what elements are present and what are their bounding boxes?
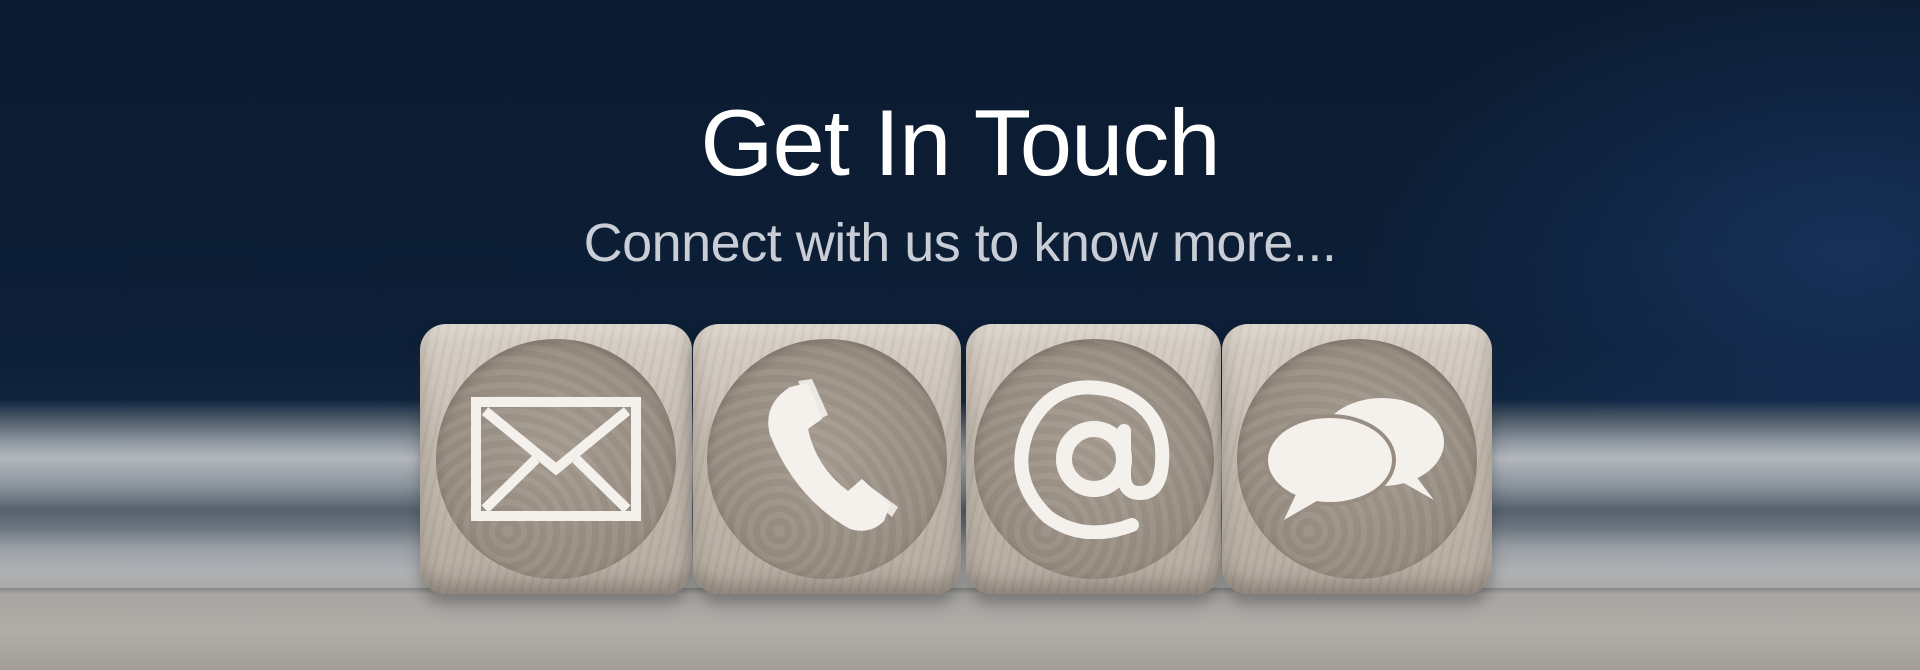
table-edge-shadow (0, 588, 1920, 594)
contact-hero-banner: Get In Touch Connect with us to know mor… (0, 0, 1920, 670)
page-subtitle: Connect with us to know more... (583, 213, 1337, 273)
chat-contact-block[interactable] (1222, 324, 1492, 594)
at-sign-icon (1013, 380, 1169, 539)
envelope-icon (471, 397, 641, 521)
email-contact-block[interactable] (420, 324, 692, 594)
page-title: Get In Touch (700, 90, 1220, 195)
email-at-contact-block[interactable] (966, 324, 1221, 594)
phone-contact-block[interactable] (693, 324, 961, 594)
chat-bubbles-icon (1264, 398, 1444, 520)
phone-icon (768, 379, 898, 531)
